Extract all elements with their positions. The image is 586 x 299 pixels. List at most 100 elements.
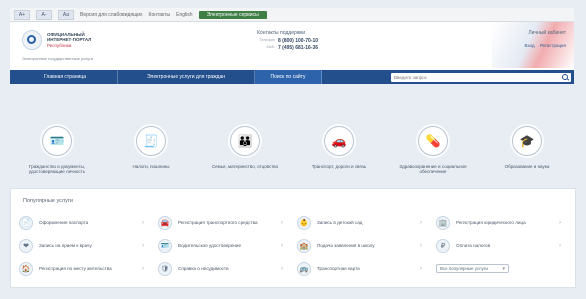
heart-icon: ❤ bbox=[19, 238, 33, 253]
contact-row: Моб. 7 (495) 681-16-36 bbox=[257, 45, 347, 51]
service-label: Образование и наука bbox=[504, 164, 550, 169]
contact-row: Телефон 8 (800) 100-70-10 bbox=[257, 38, 347, 44]
popular-service-label: Подача заявления в школу bbox=[317, 243, 375, 248]
popular-service-item[interactable]: 🏠 Регистрация по месту жительства › bbox=[19, 257, 150, 280]
baby-icon: 👶 bbox=[297, 215, 311, 230]
service-label: Транспорт, дороги и связь bbox=[311, 164, 367, 169]
chevron-right-icon: › bbox=[142, 219, 144, 226]
header: Официальный интернет-портал Республики Э… bbox=[10, 22, 574, 71]
page-frame: А+ А- Аа Версия для слабовидящих Контакт… bbox=[0, 0, 586, 299]
education-icon: 🎓 bbox=[512, 126, 542, 156]
search-input[interactable] bbox=[394, 74, 561, 80]
chevron-right-icon: › bbox=[281, 242, 283, 249]
popular-service-item[interactable]: 🚌 Транспортная карта › bbox=[297, 257, 428, 280]
chevron-right-icon: › bbox=[142, 265, 144, 272]
support-contacts: Контакты поддержки Телефон 8 (800) 100-7… bbox=[257, 30, 347, 52]
header-subtitle: Электронные государственные услуги bbox=[22, 56, 93, 61]
contacts-link[interactable]: Контакты bbox=[149, 12, 171, 18]
select-label: Все популярные услуги bbox=[440, 266, 488, 271]
bus-icon: 🚌 bbox=[297, 261, 311, 276]
car-icon: 🚘 bbox=[158, 215, 172, 230]
popular-service-item[interactable]: ₽ Оплата налогов › bbox=[436, 234, 567, 257]
home-icon: 🏠 bbox=[19, 261, 33, 276]
chevron-down-icon: ▾ bbox=[502, 265, 505, 272]
logo-text: Официальный интернет-портал Республики bbox=[47, 32, 91, 48]
popular-service-label: Справка о несудимости bbox=[178, 266, 229, 271]
logo-line-2: интернет-портал bbox=[47, 37, 92, 43]
popular-service-item[interactable]: 🏢 Регистрация юридического лица › bbox=[436, 211, 567, 234]
chevron-right-icon: › bbox=[142, 242, 144, 249]
chevron-right-icon: › bbox=[559, 242, 561, 249]
shield-icon: 🛡 bbox=[158, 261, 172, 276]
popular-service-label: Водительское удостоверение bbox=[178, 243, 242, 248]
transport-icon: 🚗 bbox=[324, 126, 354, 156]
chevron-right-icon: › bbox=[281, 219, 283, 226]
account-title: Личный кабинет bbox=[528, 30, 566, 36]
register-link[interactable]: Регистрация bbox=[540, 43, 566, 48]
popular-services-dropdown[interactable]: Все популярные услуги ▾ bbox=[436, 264, 509, 273]
contacts-title: Контакты поддержки bbox=[257, 30, 306, 36]
health-icon: 💊 bbox=[418, 126, 448, 156]
popular-service-item[interactable]: ❤ Запись на прием к врачу › bbox=[19, 234, 150, 257]
language-link[interactable]: English bbox=[176, 12, 192, 18]
popular-service-item[interactable]: 📄 Оформление паспорта › bbox=[19, 211, 150, 234]
school-icon: 🏫 bbox=[297, 238, 311, 253]
logo[interactable]: Официальный интернет-портал Республики bbox=[22, 30, 91, 50]
popular-services-select[interactable]: Все популярные услуги ▾ bbox=[436, 257, 567, 280]
popular-service-label: Оформление паспорта bbox=[39, 220, 89, 225]
chevron-right-icon: › bbox=[281, 265, 283, 272]
font-size-decrease-button[interactable]: А- bbox=[36, 9, 52, 20]
popular-service-label: Регистрация по месту жительства bbox=[39, 266, 112, 271]
account-block: Личный кабинет Вход Регистрация bbox=[525, 30, 567, 48]
service-category[interactable]: 🪪 Гражданство и документы, удостоверяющи… bbox=[10, 126, 104, 186]
nav-item-services[interactable]: Электронные услуги для граждан bbox=[118, 70, 255, 84]
chevron-right-icon: › bbox=[559, 219, 561, 226]
service-label: Семья, материнство, отцовство bbox=[211, 164, 279, 169]
emblem-icon bbox=[22, 30, 42, 50]
service-category[interactable]: 👪 Семья, материнство, отцовство bbox=[198, 126, 292, 186]
login-link[interactable]: Вход bbox=[525, 43, 535, 48]
contact-phone[interactable]: 8 (800) 100-70-10 bbox=[278, 38, 318, 44]
contact-phone[interactable]: 7 (495) 681-16-36 bbox=[278, 45, 318, 51]
tax-icon: 🧾 bbox=[136, 126, 166, 156]
popular-services-title: Популярные услуги bbox=[23, 198, 73, 204]
nav-item-home[interactable]: Главная страница bbox=[13, 70, 118, 84]
service-category[interactable]: 🎓 Образование и наука bbox=[480, 126, 574, 186]
service-label: Налоги, пошлины bbox=[132, 164, 170, 169]
popular-service-label: Регистрация транспортного средства bbox=[178, 220, 258, 225]
logo-line-3: Республики bbox=[47, 42, 72, 48]
account-links: Вход Регистрация bbox=[525, 43, 567, 48]
building-icon: 🏢 bbox=[436, 215, 450, 230]
popular-service-item[interactable]: 🚘 Регистрация транспортного средства › bbox=[158, 211, 289, 234]
top-bar: А+ А- Аа Версия для слабовидящих Контакт… bbox=[10, 8, 574, 22]
service-category[interactable]: 💊 Здравоохранение и социальное обеспечен… bbox=[386, 126, 480, 186]
chevron-right-icon: › bbox=[420, 242, 422, 249]
popular-service-label: Запись на прием к врачу bbox=[39, 243, 92, 248]
popular-service-item[interactable]: 👶 Запись в детский сад › bbox=[297, 211, 428, 234]
accessibility-link[interactable]: Версия для слабовидящих bbox=[80, 12, 143, 18]
service-category[interactable]: 🚗 Транспорт, дороги и связь bbox=[292, 126, 386, 186]
popular-service-label: Оплата налогов bbox=[456, 243, 491, 248]
popular-services-panel: Популярные услуги 📄 Оформление паспорта … bbox=[10, 188, 576, 288]
search-icon[interactable] bbox=[562, 74, 568, 80]
search-box[interactable] bbox=[391, 72, 571, 82]
font-style-button[interactable]: Аа bbox=[58, 9, 74, 20]
contact-label: Телефон bbox=[259, 38, 275, 42]
popular-service-item[interactable]: 🏫 Подача заявления в школу › bbox=[297, 234, 428, 257]
nav-item-search[interactable]: Поиск по сайту bbox=[255, 70, 322, 84]
service-categories: 🪪 Гражданство и документы, удостоверяющи… bbox=[10, 126, 574, 186]
money-icon: ₽ bbox=[436, 238, 450, 253]
popular-service-item[interactable]: 🛡 Справка о несудимости › bbox=[158, 257, 289, 280]
service-label: Гражданство и документы, удостоверяющие … bbox=[28, 164, 86, 174]
chevron-right-icon: › bbox=[420, 219, 422, 226]
popular-service-item[interactable]: 🪪 Водительское удостоверение › bbox=[158, 234, 289, 257]
font-size-increase-button[interactable]: А+ bbox=[14, 9, 30, 20]
main-nav: Главная страница Электронные услуги для … bbox=[10, 70, 574, 84]
license-icon: 🪪 bbox=[158, 238, 172, 253]
passport-icon: 🪪 bbox=[42, 126, 72, 156]
popular-services-grid: 📄 Оформление паспорта › 🚘 Регистрация тр… bbox=[19, 211, 567, 280]
popular-service-label: Регистрация юридического лица bbox=[456, 220, 526, 225]
service-category[interactable]: 🧾 Налоги, пошлины bbox=[104, 126, 198, 186]
popular-service-label: Транспортная карта bbox=[317, 266, 360, 271]
promo-button[interactable]: Электронные сервисы bbox=[198, 10, 267, 19]
